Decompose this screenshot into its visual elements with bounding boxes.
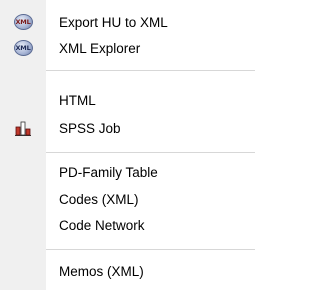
menu-item-codes-xml[interactable]: Codes (XML): [0, 186, 255, 212]
menu-item-memos-xml[interactable]: Memos (XML): [0, 258, 255, 284]
menu-item-label: Codes (XML): [59, 191, 139, 207]
menu-separator: [46, 70, 255, 71]
menu-item-label: Export HU to XML: [59, 14, 168, 30]
menu-item-label: HTML: [59, 92, 96, 108]
menu-item-export-hu-to-xml[interactable]: XML Export HU to XML: [0, 9, 255, 35]
menu-item-xml-explorer[interactable]: XML XML Explorer: [0, 35, 255, 61]
xml-export-icon: XML: [0, 9, 46, 35]
menu-item-label: Code Network: [59, 217, 145, 233]
menu-item-label: SPSS Job: [59, 120, 121, 136]
menu-item-pd-family-table[interactable]: PD-Family Table: [0, 159, 255, 185]
xml-explorer-icon: XML: [0, 35, 46, 61]
menu-item-html[interactable]: HTML: [0, 87, 255, 113]
menu-item-label: Memos (XML): [59, 263, 144, 279]
menu-separator: [46, 249, 255, 250]
menu-item-label: XML Explorer: [59, 40, 141, 56]
bar-chart-icon: [0, 115, 46, 141]
menu-separator: [46, 152, 255, 153]
menu-item-spss-job[interactable]: SPSS Job: [0, 115, 255, 141]
menu-item-code-network[interactable]: Code Network: [0, 212, 255, 238]
menu-item-label: PD-Family Table: [59, 164, 158, 180]
context-menu: XML Export HU to XML XML XML Explorer HT…: [0, 0, 255, 290]
